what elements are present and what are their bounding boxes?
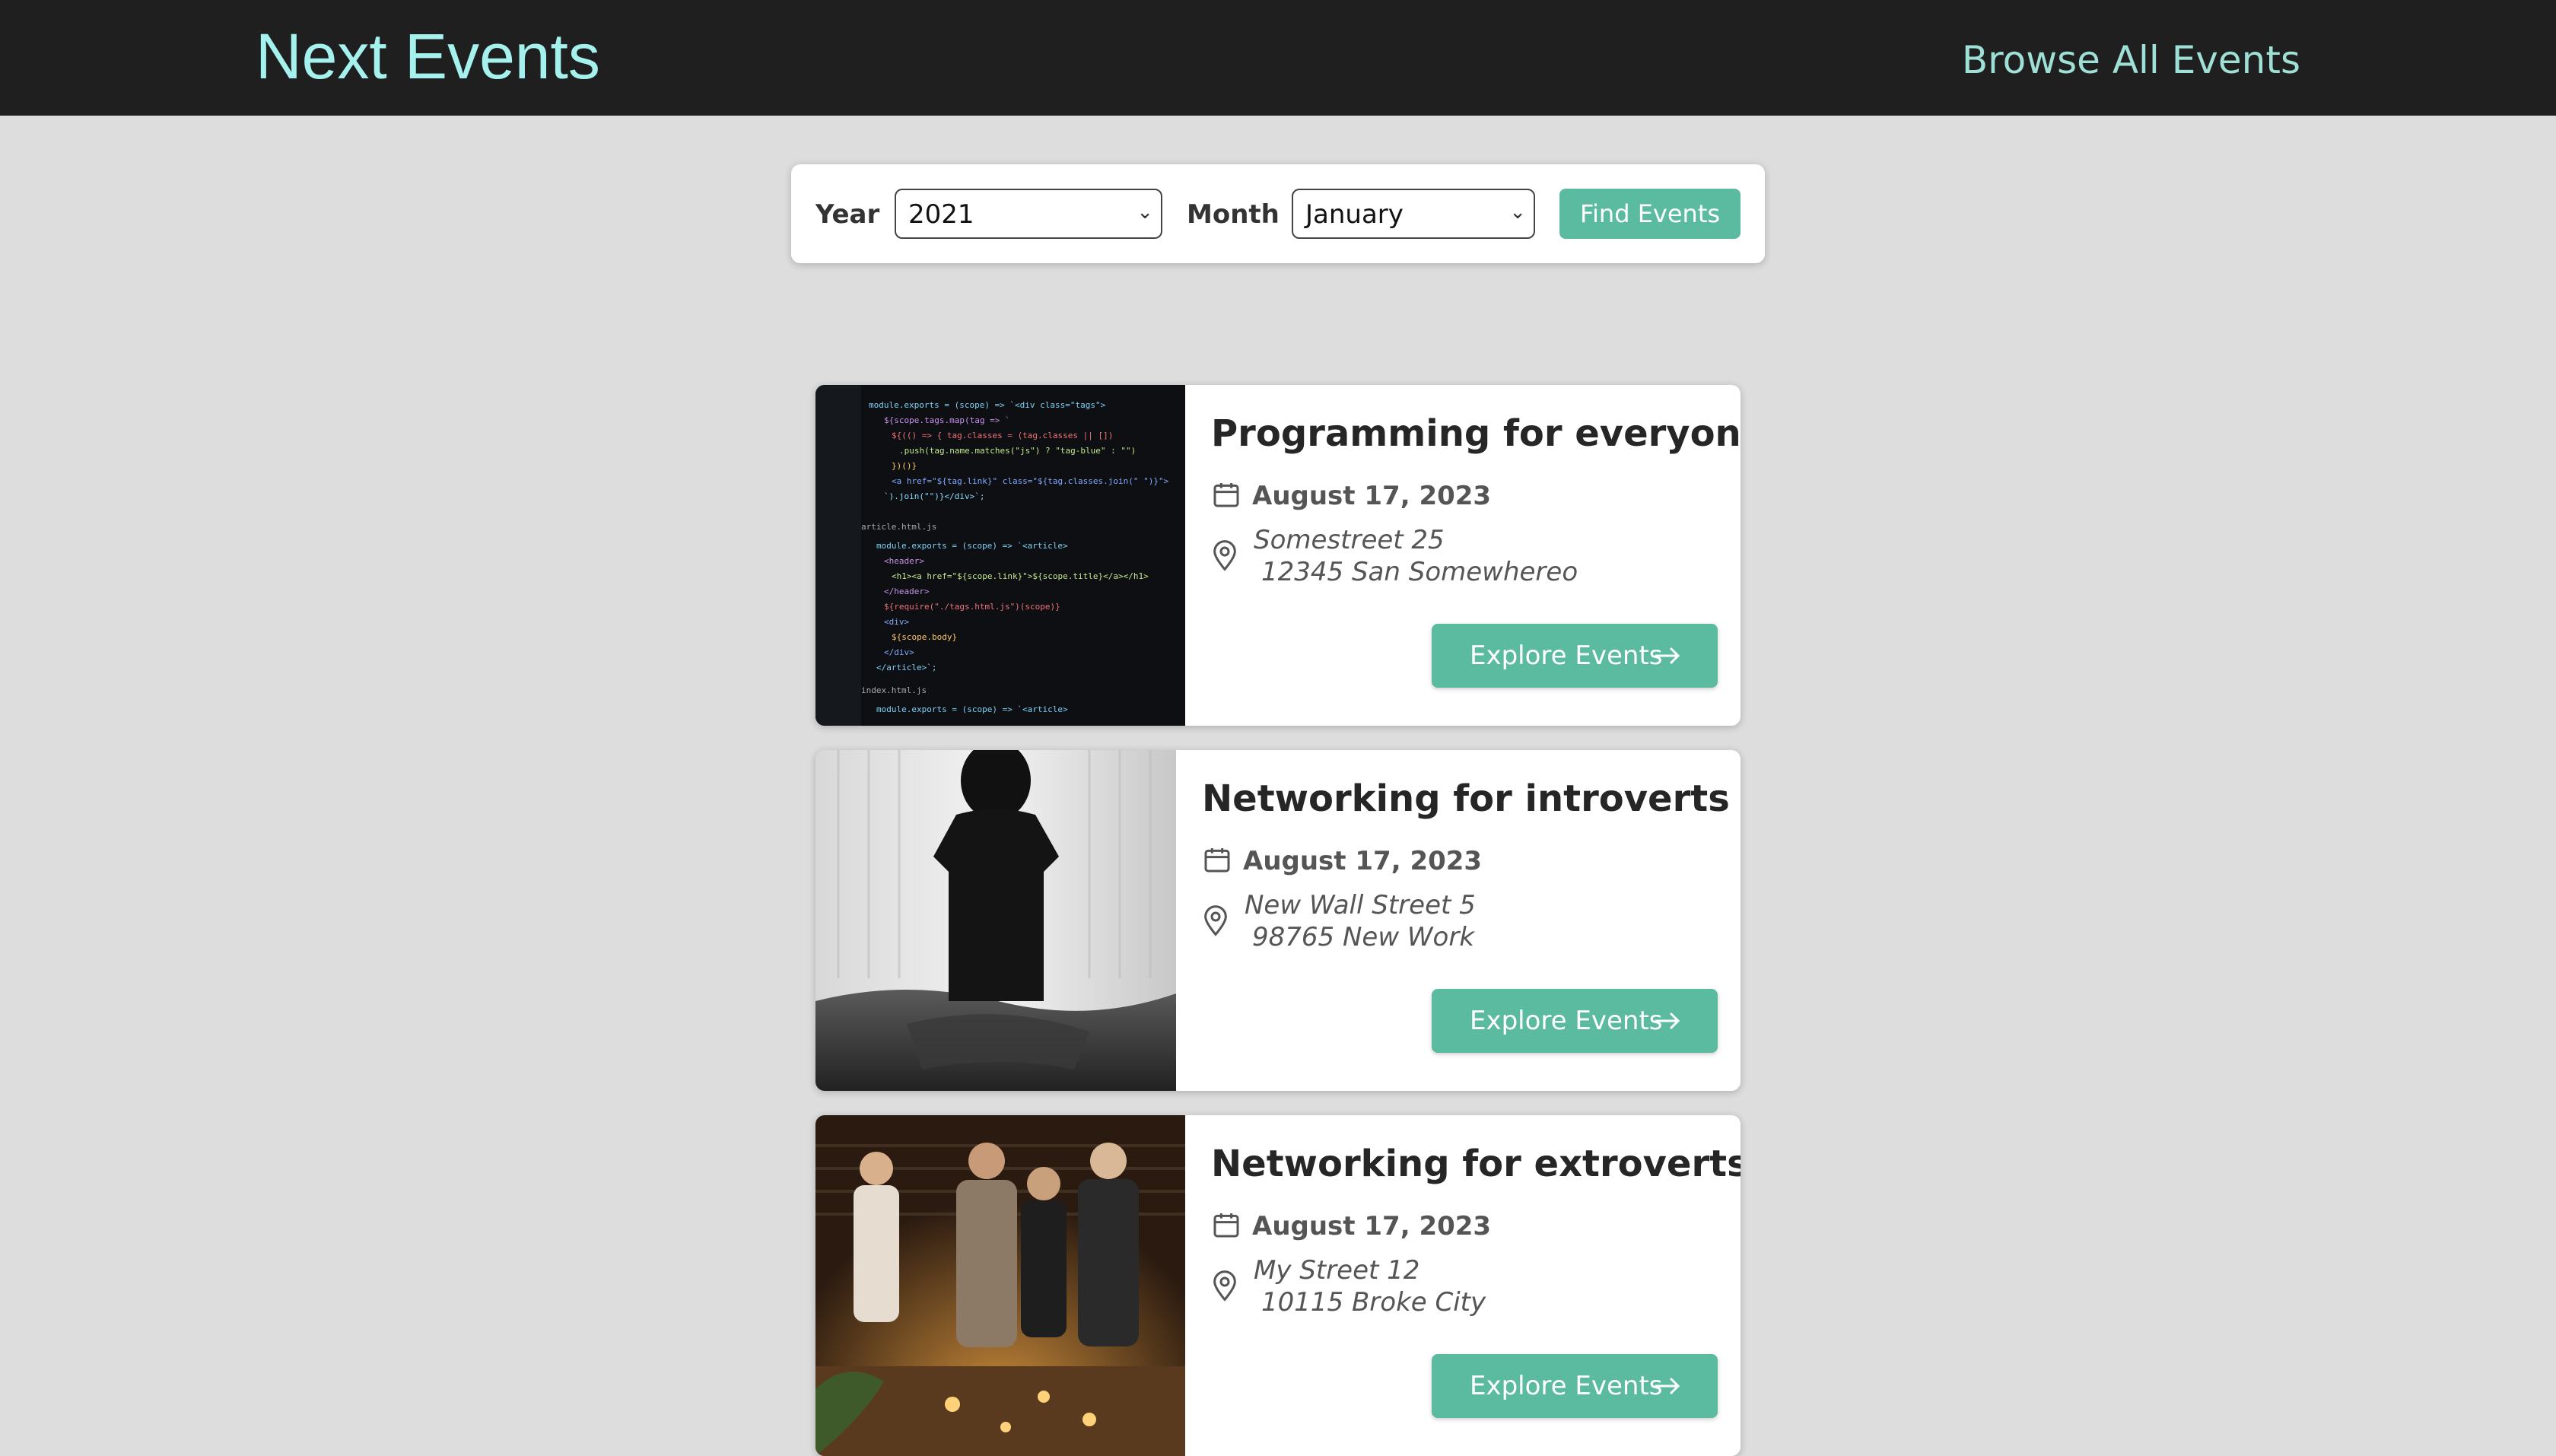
event-date: August 17, 2023: [1243, 846, 1483, 876]
event-address-line2: 98765 New Work: [1252, 922, 1475, 952]
person-silhouette-photo: [815, 750, 1176, 1091]
event-title: Networking for extroverts: [1211, 1143, 1741, 1185]
event-address-line2: 10115 Broke City: [1261, 1287, 1486, 1318]
svg-text:module.exports = (scope) => `<: module.exports = (scope) => `<article>: [876, 704, 1068, 714]
svg-text:${scope.tags.map(tag => `: ${scope.tags.map(tag => `: [884, 415, 1010, 425]
explore-events-button[interactable]: Explore Events: [1432, 1354, 1718, 1418]
top-nav-bar: Next Events Browse All Events: [0, 0, 2556, 116]
event-title: Programming for everyone: [1211, 412, 1741, 455]
svg-text:${(() => { tag.classes = (tag.: ${(() => { tag.classes = (tag.classes ||…: [892, 431, 1113, 440]
svg-text:${scope.body}: ${scope.body}: [892, 632, 957, 642]
svg-text:})()}: })()}: [892, 461, 917, 471]
arrow-right-icon: [1655, 1377, 1680, 1395]
svg-text:</div>: </div>: [884, 647, 914, 657]
svg-text:module.exports = (scope) => `<: module.exports = (scope) => `<article>: [876, 541, 1068, 551]
explore-button-label: Explore Events: [1470, 641, 1663, 671]
svg-text:index.html.js: index.html.js: [861, 685, 927, 695]
chevron-down-icon: ⌄: [1509, 201, 1526, 224]
svg-text:</article>`;: </article>`;: [876, 663, 936, 672]
event-card: Networking for introverts August 17, 202…: [815, 750, 1741, 1091]
event-date: August 17, 2023: [1252, 1211, 1492, 1241]
event-address-line1: My Street 12: [1254, 1255, 1420, 1286]
svg-text:`).join("")}</div>`;: `).join("")}</div>`;: [884, 491, 984, 501]
svg-text:<a href="${tag.link}" class="$: <a href="${tag.link}" class="${tag.class…: [892, 476, 1169, 486]
brand-logo-link[interactable]: Next Events: [256, 20, 600, 94]
year-select-value: 2021: [908, 199, 974, 230]
year-select[interactable]: 2021 ⌄: [895, 189, 1162, 239]
event-address-line1: New Wall Street 5: [1245, 890, 1476, 920]
svg-text:${require("./tags.html.js")(sc: ${require("./tags.html.js")(scope)}: [884, 602, 1060, 612]
event-card: Networking for extroverts August 17, 202…: [815, 1115, 1741, 1456]
events-search-form: Year 2021 ⌄ Month January ⌄ Find Events: [791, 164, 1765, 263]
calendar-icon: [1213, 483, 1239, 507]
find-events-button[interactable]: Find Events: [1559, 189, 1741, 239]
event-title: Networking for introverts: [1202, 777, 1730, 820]
event-address-line2: 12345 San Somewhereo: [1261, 557, 1578, 587]
event-address-line1: Somestreet 25: [1254, 525, 1445, 555]
party-people-photo: [815, 1115, 1185, 1456]
explore-events-button[interactable]: Explore Events: [1432, 624, 1718, 688]
svg-text:<header>: <header>: [884, 556, 924, 566]
explore-events-button[interactable]: Explore Events: [1432, 989, 1718, 1053]
svg-text:article.html.js: article.html.js: [861, 522, 936, 532]
svg-text:</header>: </header>: [884, 587, 930, 596]
svg-text:module.exports = (scope) => `<: module.exports = (scope) => `<div class=…: [869, 400, 1106, 410]
code-editor-photo: module.exports = (scope) => `<div class=…: [815, 385, 1185, 726]
svg-text:.push(tag.name.matches("js") ?: .push(tag.name.matches("js") ? "tag-blue…: [899, 446, 1136, 456]
month-select[interactable]: January ⌄: [1292, 189, 1535, 239]
event-card: module.exports = (scope) => `<div class=…: [815, 385, 1741, 726]
location-pin-icon: [1204, 905, 1227, 936]
arrow-right-icon: [1655, 647, 1680, 665]
month-label: Month: [1187, 199, 1280, 230]
event-date: August 17, 2023: [1252, 481, 1492, 511]
calendar-icon: [1213, 1213, 1239, 1238]
svg-text:<div>: <div>: [884, 617, 909, 627]
calendar-icon: [1204, 848, 1230, 873]
explore-button-label: Explore Events: [1470, 1371, 1663, 1401]
month-select-value: January: [1305, 199, 1404, 230]
location-pin-icon: [1213, 540, 1236, 571]
location-pin-icon: [1213, 1270, 1236, 1302]
arrow-right-icon: [1655, 1012, 1680, 1030]
svg-text:<h1><a href="${scope.link}">${: <h1><a href="${scope.link}">${scope.titl…: [892, 571, 1149, 581]
explore-button-label: Explore Events: [1470, 1006, 1663, 1036]
browse-all-events-link[interactable]: Browse All Events: [1962, 38, 2300, 82]
year-label: Year: [815, 199, 880, 230]
chevron-down-icon: ⌄: [1137, 201, 1153, 224]
